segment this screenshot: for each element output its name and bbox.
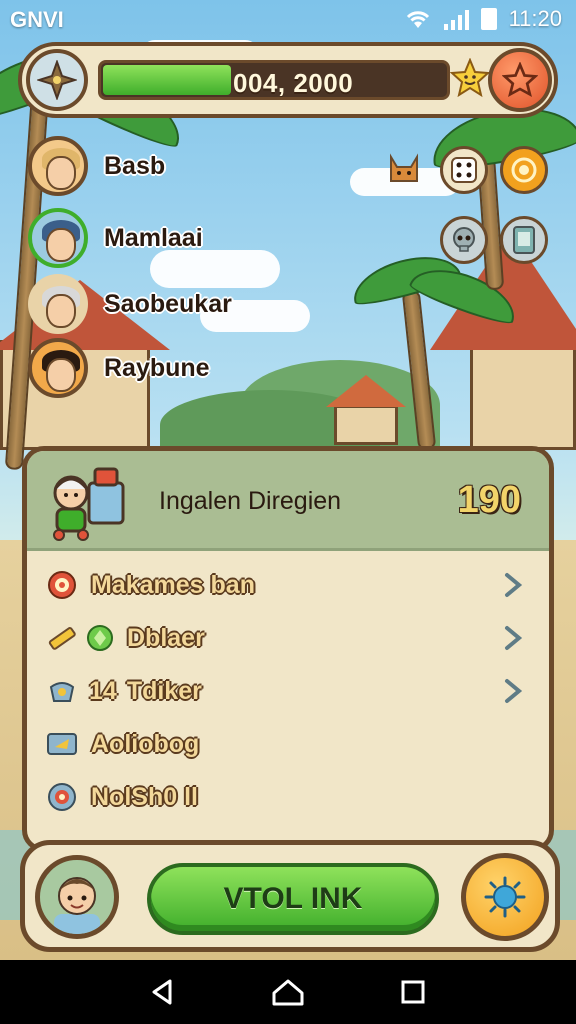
xp-bar: 004, 2000	[98, 60, 450, 100]
favorite-button[interactable]	[488, 48, 552, 112]
status-bar: GNVI 11:20	[0, 0, 576, 38]
menu-item-label: Dblaer	[127, 623, 205, 652]
avatar-icon[interactable]	[35, 855, 119, 939]
system-nav-bar	[0, 960, 576, 1024]
house-roof	[326, 375, 406, 407]
xp-bar-fill	[103, 65, 232, 95]
dice-icon[interactable]	[440, 146, 488, 194]
card-icon[interactable]	[500, 216, 548, 264]
player-name: Saobeukar	[104, 289, 232, 318]
battery-icon	[480, 8, 497, 30]
player-entry[interactable]: Raybune	[28, 338, 210, 398]
panel-count: 190	[457, 479, 521, 521]
player-name: Mamlaai	[104, 223, 203, 252]
avatar	[28, 274, 88, 334]
star-icon	[502, 62, 538, 98]
menu-item[interactable]: Aoliobog	[45, 722, 531, 766]
player-entry[interactable]: Mamlaai	[28, 208, 203, 268]
avatar	[28, 338, 88, 398]
sun-bug-icon[interactable]	[461, 853, 549, 941]
menu-item-label: Tdiker	[126, 676, 202, 705]
avatar	[28, 208, 88, 268]
compass-star-icon[interactable]	[26, 49, 88, 111]
target-icon[interactable]	[500, 146, 548, 194]
gem-icon	[85, 623, 115, 653]
cat-icon[interactable]	[380, 146, 428, 194]
chevron-right-icon	[505, 626, 523, 650]
menu-item-label: Aoliobog	[91, 729, 200, 758]
smiling-star-icon[interactable]	[450, 58, 490, 98]
tag-icon	[45, 727, 79, 761]
skull-icon[interactable]	[440, 216, 488, 264]
player-name: Raybune	[104, 353, 210, 382]
menu-item[interactable]: Dblaer	[45, 616, 531, 660]
pencil-icon	[45, 621, 79, 655]
target-icon	[45, 568, 79, 602]
bag-icon	[45, 674, 79, 708]
carrier-label: GNVI	[10, 7, 64, 32]
menu-item[interactable]: Makames ban	[45, 563, 531, 607]
chevron-right-icon	[505, 679, 523, 703]
player-name: Basb	[104, 151, 166, 180]
wifi-icon	[406, 11, 429, 28]
back-icon[interactable]	[141, 970, 185, 1014]
player-entry[interactable]: Saobeukar	[28, 274, 232, 334]
xp-text: 004, 2000	[233, 68, 354, 98]
house	[470, 340, 576, 450]
menu-item-prefix: 14	[89, 676, 117, 705]
signal-icon	[443, 8, 469, 30]
mission-panel: Ingalen Diregien 190 Makames ban Dblaer …	[22, 446, 554, 852]
menu-item[interactable]: NolSh0 ll	[45, 775, 531, 819]
player-entry[interactable]: Basb	[28, 136, 165, 196]
merchant-icon	[53, 467, 125, 541]
house	[334, 405, 398, 445]
panel-header: Ingalen Diregien 190	[27, 451, 549, 551]
play-button[interactable]: VTOL INK	[147, 863, 439, 935]
panel-title: Ingalen Diregien	[159, 487, 342, 515]
menu-item[interactable]: 14 Tdiker	[45, 669, 531, 713]
recents-icon[interactable]	[391, 970, 435, 1014]
bottom-bar: VTOL INK	[20, 840, 560, 952]
menu-item-label: Makames ban	[91, 570, 255, 599]
home-icon[interactable]	[266, 970, 310, 1014]
top-hud: 004, 2000	[18, 42, 558, 118]
ring-icon	[45, 780, 79, 814]
avatar	[28, 136, 88, 196]
clock: 11:20	[508, 6, 562, 31]
menu-item-label: NolSh0 ll	[91, 782, 198, 811]
chevron-right-icon	[505, 573, 523, 597]
